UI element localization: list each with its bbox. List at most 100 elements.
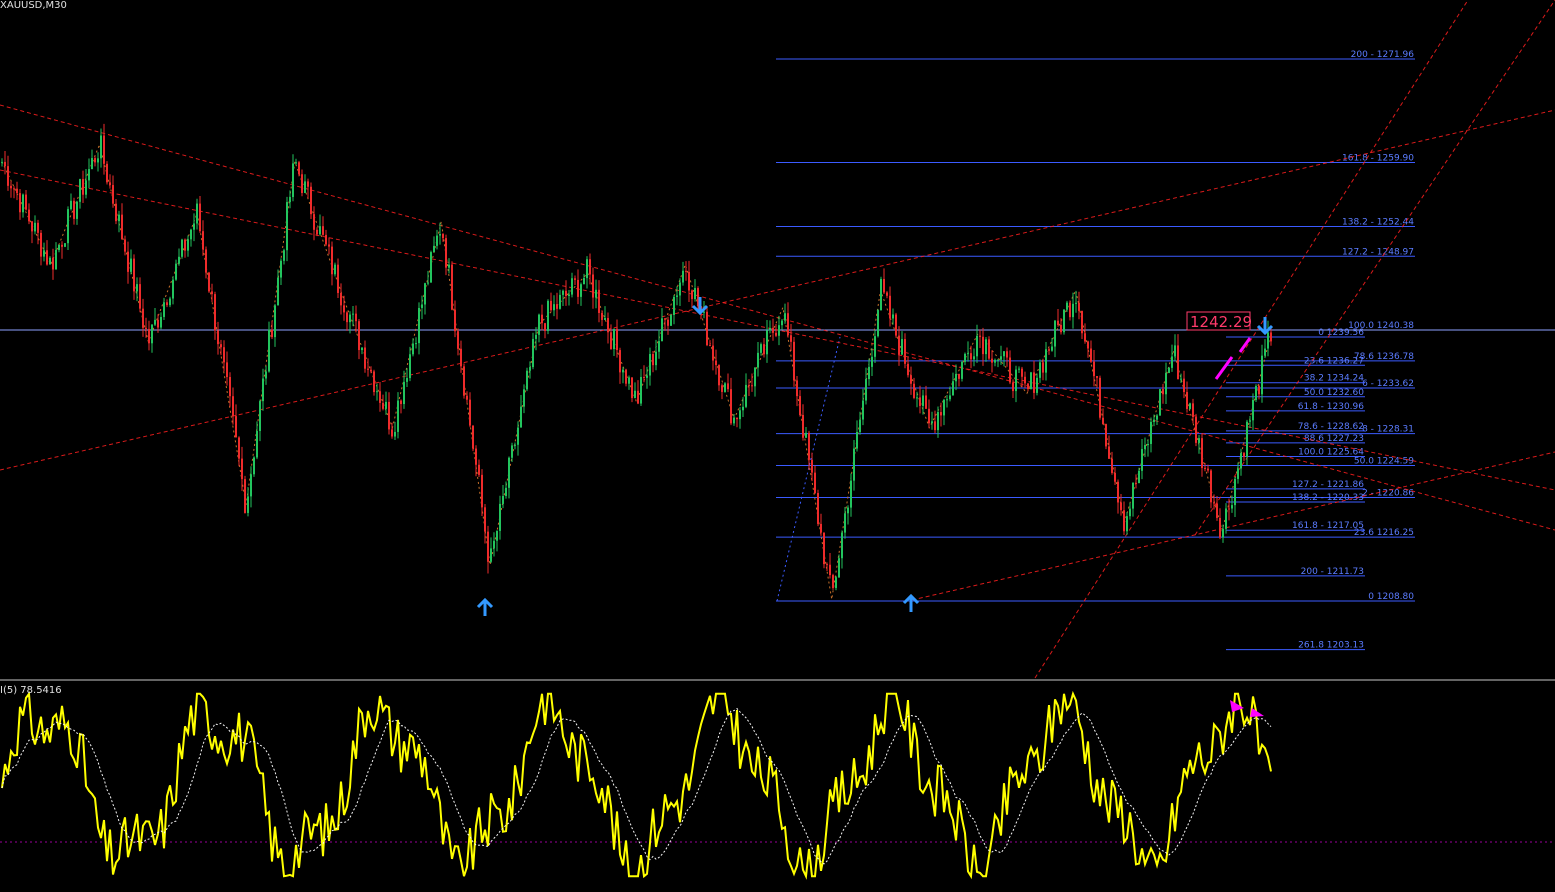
candle-body (598, 289, 600, 313)
candle-body (481, 474, 483, 508)
candle-body (277, 277, 279, 306)
candle-body (1030, 372, 1032, 390)
candle-body (487, 531, 489, 562)
fib-small-label: 161.8 - 1217.05 (1292, 521, 1364, 531)
candle-body (385, 401, 387, 409)
candle-body (34, 222, 36, 232)
candle-body (1177, 345, 1179, 380)
candle-body (1027, 383, 1029, 390)
candle-body (787, 313, 789, 336)
candle-body (772, 327, 774, 333)
candle-body (79, 179, 81, 202)
candle-body (421, 304, 423, 308)
candle-body (100, 135, 102, 159)
candle-body (610, 332, 612, 350)
candle-body (280, 260, 282, 278)
candle-body (1153, 419, 1155, 422)
candle-body (889, 295, 891, 319)
candle-body (841, 532, 843, 559)
candle-body (454, 309, 456, 332)
candle-body (1243, 453, 1245, 457)
candle-body (1150, 421, 1152, 444)
candle-body (679, 282, 681, 296)
candle-body (595, 289, 597, 298)
candle-body (58, 244, 60, 251)
candle-body (388, 401, 390, 430)
candle-body (1054, 320, 1056, 347)
candle-body (322, 226, 324, 235)
candle-body (859, 419, 861, 433)
candle-body (958, 374, 960, 379)
candle-body (409, 354, 411, 379)
candle-body (1120, 502, 1122, 511)
candle-body (1180, 378, 1182, 380)
candle-body (880, 278, 882, 311)
candle-body (733, 417, 735, 424)
candle-body (805, 432, 807, 438)
candle-body (1246, 421, 1248, 457)
fib-small-label: 138.2 - 1220.33 (1292, 493, 1364, 503)
fib-level-label: 200 - 1271.96 (1351, 50, 1415, 60)
candle-body (1222, 528, 1224, 538)
candle-body (211, 291, 213, 295)
candle-body (586, 259, 588, 279)
candle-body (274, 305, 276, 338)
candle-body (460, 348, 462, 367)
candle-body (46, 250, 48, 265)
candle-body (1195, 417, 1197, 443)
candle-body (220, 344, 222, 348)
candle-body (937, 412, 939, 431)
candle-body (1141, 449, 1143, 471)
candle-body (373, 371, 375, 393)
candle-body (823, 532, 825, 565)
candle-body (928, 408, 930, 424)
candle-body (145, 327, 147, 329)
candle-body (1024, 376, 1026, 384)
candle-body (1165, 372, 1167, 395)
candle-body (565, 290, 567, 297)
candle-body (175, 263, 177, 280)
candle-body (1249, 420, 1251, 422)
candle-body (19, 193, 21, 213)
candle-body (673, 296, 675, 315)
candle-body (358, 321, 360, 351)
candle-body (109, 182, 111, 186)
candle-body (508, 457, 510, 488)
candle-body (868, 366, 870, 380)
chart-canvas[interactable]: 200 - 1271.96161.8 - 1259.90138.2 - 1252… (0, 0, 1555, 892)
candle-body (328, 244, 330, 247)
candle-body (919, 397, 921, 406)
candle-body (334, 264, 336, 275)
candle-body (298, 162, 300, 175)
candle-body (202, 231, 204, 250)
candle-body (907, 363, 909, 376)
fib-level-label: 0 1208.80 (1368, 592, 1414, 602)
candle-body (292, 163, 294, 198)
candle-body (397, 400, 399, 432)
candle-body (1066, 302, 1068, 310)
candle-body (829, 564, 831, 576)
candle-body (1096, 376, 1098, 378)
candle-body (808, 432, 810, 460)
candle-body (94, 158, 96, 163)
candle-body (1237, 468, 1239, 479)
candle-body (943, 399, 945, 416)
candle-body (193, 223, 195, 230)
candle-body (940, 412, 942, 416)
candle-body (1159, 389, 1161, 416)
candle-body (1171, 356, 1173, 368)
candle-body (304, 181, 306, 194)
candle-body (70, 200, 72, 210)
candle-body (88, 169, 90, 181)
candle-body (154, 319, 156, 325)
fib-small-label: 88.6 1227.23 (1304, 434, 1364, 444)
candle-body (883, 278, 885, 293)
candle-body (901, 339, 903, 355)
candle-body (208, 272, 210, 292)
candle-body (634, 390, 636, 399)
candle-body (1012, 382, 1014, 392)
candle-body (1000, 356, 1002, 360)
candle-body (1045, 349, 1047, 373)
candle-body (157, 319, 159, 328)
candle-body (694, 288, 696, 299)
